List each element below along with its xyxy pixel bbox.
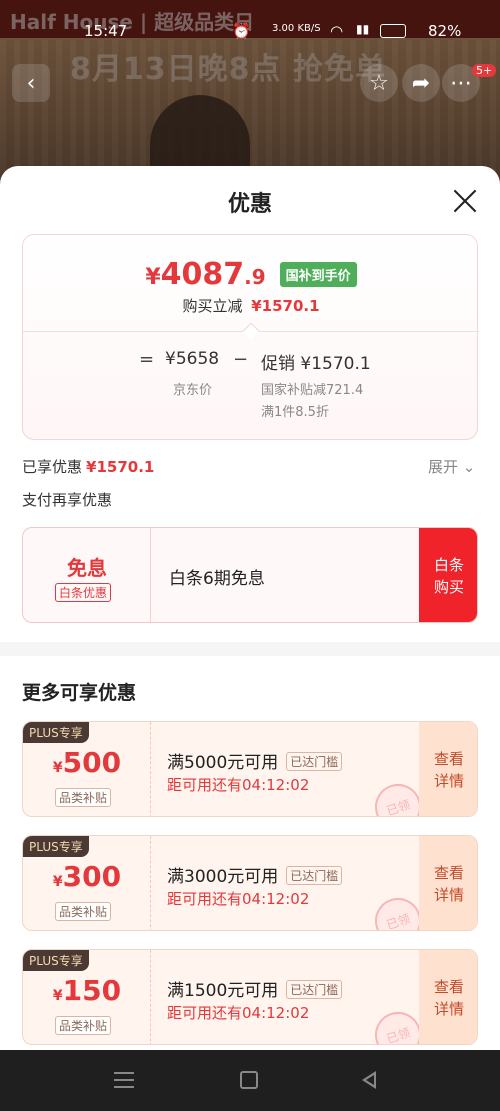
coupon-type: 品类补贴 — [55, 1016, 112, 1035]
plus-tag: PLUS专享 — [23, 722, 89, 743]
enjoyed-discount: 已享优惠 ¥1570.1 — [22, 456, 154, 477]
plus-tag: PLUS专享 — [23, 836, 89, 857]
coupon-countdown: 距可用还有04:12:02 — [167, 776, 310, 794]
coupon-type: 品类补贴 — [55, 902, 112, 921]
price-integer: 4087 — [160, 257, 245, 292]
divider-notch — [242, 322, 260, 340]
battery-icon — [380, 24, 406, 38]
star-icon: ☆ — [369, 70, 389, 96]
baitiao-buy-line1: 白条 — [433, 556, 464, 574]
coupon-condition-text: 满1500元可用 — [167, 981, 279, 1001]
coupon-condition-text: 满3000元可用 — [167, 867, 279, 887]
detail-line1: 查看 — [433, 864, 464, 882]
plus-tag: PLUS专享 — [23, 950, 89, 971]
coupon-value: 150 — [62, 974, 122, 1007]
close-button[interactable] — [450, 186, 480, 216]
threshold-badge: 已达门槛 — [286, 980, 343, 999]
price-formula: = ¥5658 京东价 − 促销 ¥1570.1 国家补贴减721.4 满1件8… — [23, 349, 479, 439]
baitiao-card: 免息 白条优惠 白条6期免息 白条 购买 — [22, 527, 478, 623]
minus-sign: − — [233, 349, 249, 370]
more-discounts-title: 更多可享优惠 — [22, 682, 137, 704]
coupon-card: PLUS专享 ¥150 品类补贴 满1500元可用 已达门槛 距可用还有04:12… — [22, 949, 478, 1045]
promo-amount: 促销 ¥1570.1 — [261, 354, 371, 374]
reduce-label: 购买立减 — [182, 297, 243, 315]
status-bar: 15:47 3.00 KB/S ⏰ ◠ ▮▮ 82% — [0, 18, 500, 48]
back-button[interactable]: ‹ — [12, 64, 50, 102]
price-currency: ¥ — [145, 265, 161, 290]
final-price: ¥4087.9 国补到手价 — [23, 257, 479, 297]
detail-line1: 查看 — [433, 978, 464, 996]
top-nav: ‹ ☆ ➦ ⋯ 5+ — [0, 62, 500, 106]
detail-line1: 查看 — [433, 750, 464, 768]
baitiao-big-label: 免息 — [67, 556, 107, 580]
discount-sheet: 优惠 ¥4087.9 国补到手价 购买立减 ¥1570.1 = ¥5658 京东… — [0, 166, 500, 1050]
subsidy-price-tag: 国补到手价 — [279, 262, 357, 287]
reduce-line: 购买立减 ¥1570.1 — [23, 295, 479, 316]
coupon-countdown: 距可用还有04:12:02 — [167, 1004, 310, 1022]
back-triangle-icon[interactable] — [362, 1071, 376, 1089]
coupon-currency: ¥ — [52, 874, 63, 890]
coupon-countdown: 距可用还有04:12:02 — [167, 890, 310, 908]
coupon-left: PLUS专享 ¥300 品类补贴 — [23, 836, 151, 930]
coupon-amount: ¥300 — [23, 860, 151, 893]
status-time: 15:47 — [84, 22, 128, 40]
baitiao-buy-button[interactable]: 白条 购买 — [419, 528, 477, 622]
promo-detail-subsidy: 国家补贴减721.4 — [261, 383, 364, 398]
enjoyed-label: 已享优惠 — [22, 458, 83, 476]
coupon-amount: ¥150 — [23, 974, 151, 1007]
coupon-currency: ¥ — [52, 760, 63, 776]
detail-line2: 详情 — [433, 886, 464, 904]
baitiao-buy-line2: 购买 — [433, 578, 464, 596]
coupon-condition: 满3000元可用 已达门槛 — [167, 862, 343, 887]
system-nav-bar — [0, 1050, 500, 1111]
share-icon: ➦ — [411, 70, 431, 96]
detail-line2: 详情 — [433, 1000, 464, 1018]
net-speed: 3.00 KB/S — [272, 23, 321, 34]
pay-discount-title: 支付再享优惠 — [22, 491, 113, 509]
coupon-left: PLUS专享 ¥150 品类补贴 — [23, 950, 151, 1044]
coupon-condition-text: 满5000元可用 — [167, 753, 279, 773]
coupon-card: PLUS专享 ¥500 品类补贴 满5000元可用 已达门槛 距可用还有04:12… — [22, 721, 478, 817]
alarm-icon: ⏰ — [232, 22, 251, 40]
coupon-amount: ¥500 — [23, 746, 151, 779]
coupon-detail-button[interactable]: 查看 详情 — [419, 836, 477, 930]
coupon-condition: 满1500元可用 已达门槛 — [167, 976, 343, 1001]
coupon-card: PLUS专享 ¥300 品类补贴 满3000元可用 已达门槛 距可用还有04:12… — [22, 835, 478, 931]
coupon-currency: ¥ — [52, 988, 63, 1004]
signal-icon: ▮▮ — [356, 22, 370, 36]
reduce-value: ¥1570.1 — [251, 297, 320, 315]
section-gap — [0, 642, 500, 656]
recent-apps-icon[interactable] — [114, 1072, 134, 1088]
more-icon: ⋯ — [450, 70, 472, 96]
home-icon[interactable] — [240, 1071, 258, 1089]
expand-toggle[interactable]: 展开 ⌄ — [428, 456, 475, 477]
share-button[interactable]: ➦ — [402, 64, 440, 102]
coupon-value: 300 — [62, 860, 122, 893]
coupon-detail-button[interactable]: 查看 详情 — [419, 950, 477, 1044]
price-breakdown-card: ¥4087.9 国补到手价 购买立减 ¥1570.1 = ¥5658 京东价 −… — [22, 234, 479, 440]
enjoyed-value: ¥1570.1 — [86, 458, 155, 476]
sheet-title: 优惠 — [227, 192, 272, 217]
coupon-type: 品类补贴 — [55, 788, 112, 807]
wifi-icon: ◠ — [330, 22, 344, 40]
message-badge: 5+ — [472, 64, 497, 77]
threshold-badge: 已达门槛 — [286, 866, 343, 885]
chevron-left-icon: ‹ — [26, 70, 36, 96]
coupon-left: PLUS专享 ¥500 品类补贴 — [23, 722, 151, 816]
price-decimal: .9 — [244, 265, 266, 289]
equals-sign: = — [139, 349, 155, 370]
jd-price: ¥5658 — [165, 349, 220, 369]
promo-detail-discount: 满1件8.5折 — [261, 405, 329, 420]
coupon-condition: 满5000元可用 已达门槛 — [167, 748, 343, 773]
jd-price-label: 京东价 — [173, 383, 213, 398]
baitiao-small-label: 白条优惠 — [55, 583, 112, 602]
coupon-detail-button[interactable]: 查看 详情 — [419, 722, 477, 816]
favorite-button[interactable]: ☆ — [360, 64, 398, 102]
threshold-badge: 已达门槛 — [286, 752, 343, 771]
baitiao-desc: 白条6期免息 — [169, 569, 265, 589]
detail-line2: 详情 — [433, 772, 464, 790]
battery-percent: 82% — [428, 22, 462, 40]
coupon-value: 500 — [62, 746, 122, 779]
baitiao-left: 免息 白条优惠 — [23, 528, 151, 622]
